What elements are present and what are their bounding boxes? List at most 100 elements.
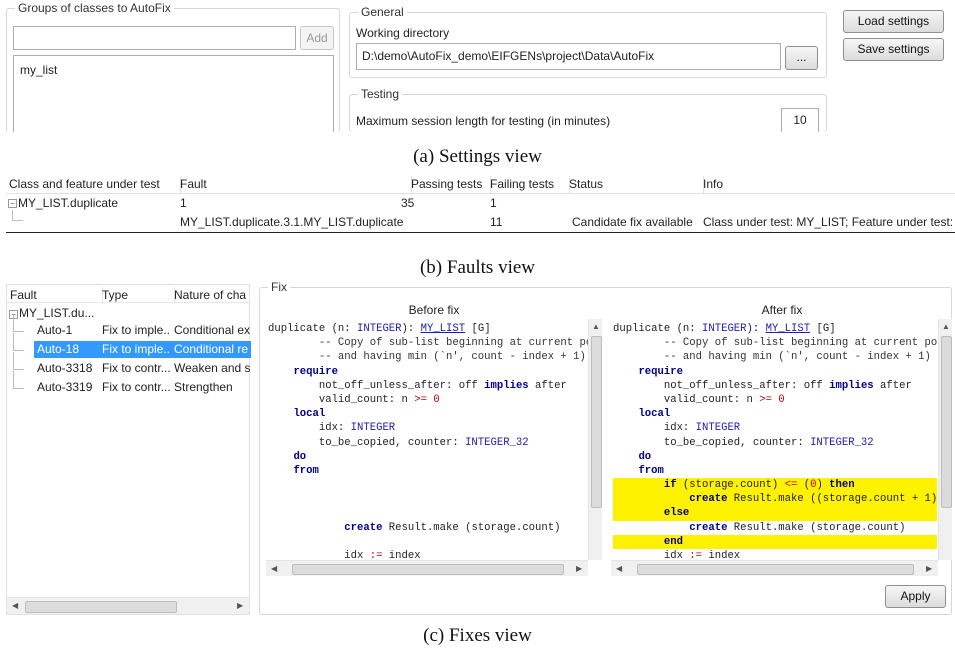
fix-row[interactable]: Auto-3319 Fix to contr... Strengthen — [7, 371, 251, 396]
code-line: do — [293, 450, 307, 463]
tree-connector — [13, 352, 24, 370]
scroll-right-icon[interactable]: ▶ — [576, 564, 582, 573]
col-failing-tests[interactable]: Failing tests — [487, 176, 570, 193]
class-list-item[interactable]: my_list — [20, 63, 57, 77]
groups-legend: Groups of classes to AutoFix — [15, 1, 174, 15]
code-line: not_off_unless_after: off implies after — [268, 379, 567, 392]
code-line: idx: INTEGER — [268, 422, 396, 435]
testing-legend: Testing — [358, 87, 403, 101]
faults-header: Class and feature under test Fault Passi… — [6, 176, 955, 194]
code-line: from — [638, 464, 664, 477]
before-fix-code: duplicate (n: INTEGER): MY_LIST [G] -- C… — [268, 322, 588, 563]
before-fix-editor[interactable]: duplicate (n: INTEGER): MY_LIST [G] -- C… — [266, 319, 602, 576]
scroll-up-icon[interactable]: ▲ — [592, 322, 600, 331]
session-length-value: 10 — [793, 113, 807, 127]
scroll-right-icon[interactable]: ▶ — [926, 564, 932, 573]
scroll-left-icon[interactable]: ◀ — [271, 564, 277, 573]
table-row[interactable]: − MY_LIST.duplicate 1 35 1 — [6, 195, 955, 212]
tree-root-label: MY_LIST.du... — [19, 306, 95, 320]
col-info[interactable]: Info — [700, 176, 955, 193]
fix-nature: Strengthen — [174, 380, 233, 394]
code-line: local — [638, 408, 671, 421]
fault-status: Candidate fix available — [572, 215, 693, 229]
scroll-thumb[interactable] — [591, 336, 602, 508]
session-length-field[interactable]: 10 — [781, 108, 819, 132]
code-line: -- Copy of sub-list beginning at current… — [613, 337, 937, 350]
scroll-thumb[interactable] — [941, 336, 952, 508]
failing-count: 11 — [490, 215, 503, 229]
code-line: else — [613, 506, 937, 521]
load-settings-button[interactable]: Load settings — [843, 10, 944, 33]
fix-type: Fix to contr... — [102, 361, 170, 375]
save-settings-button[interactable]: Save settings — [843, 38, 944, 61]
scroll-left-icon[interactable]: ◀ — [12, 601, 18, 610]
fix-row[interactable]: Auto-18 Fix to imple... Conditional re — [13, 333, 251, 358]
scroll-up-icon[interactable]: ▲ — [942, 322, 950, 331]
tree-root-row[interactable]: − MY_LIST.du... — [7, 305, 251, 322]
fix-id: Auto-18 — [37, 342, 80, 356]
group-name-input[interactable] — [13, 26, 296, 50]
fix-row[interactable]: Auto-1 Fix to imple... Conditional ex — [7, 314, 251, 339]
col-type[interactable]: Type — [99, 287, 175, 304]
col-nature-of-change[interactable]: Nature of cha — [171, 287, 254, 304]
faults-table: Class and feature under test Fault Passi… — [6, 176, 955, 234]
code-line: create Result.make (storage.count) — [689, 521, 906, 534]
fault-class-feature: MY_LIST.duplicate — [18, 196, 119, 210]
scroll-thumb[interactable] — [25, 601, 177, 613]
before-vscrollbar[interactable]: ▲ — [588, 319, 602, 560]
tree-connector — [13, 333, 24, 351]
code-line: duplicate (n: INTEGER): MY_LIST [G] — [268, 323, 491, 335]
apply-button[interactable]: Apply — [885, 585, 946, 608]
passing-count: 35 — [401, 196, 415, 210]
col-fault[interactable]: Fault — [7, 287, 103, 304]
fix-legend: Fix — [268, 280, 290, 294]
code-line: valid_count: n >= 0 — [613, 393, 785, 406]
code-line: to_be_copied, counter: INTEGER_32 — [268, 436, 529, 449]
browse-button[interactable]: ... — [785, 46, 818, 70]
scroll-right-icon[interactable]: ▶ — [237, 601, 243, 610]
fix-nature: Conditional re — [174, 342, 249, 356]
code-line: valid_count: n >= 0 — [268, 393, 440, 406]
col-fault[interactable]: Fault — [177, 176, 412, 193]
caption-settings-view: (a) Settings view — [413, 146, 542, 167]
failing-count: 1 — [490, 196, 497, 210]
code-line: duplicate (n: INTEGER): MY_LIST [G] — [613, 323, 836, 335]
table-row[interactable]: MY_LIST.duplicate.3.1.MY_LIST.duplicate … — [6, 210, 955, 233]
working-dir-label: Working directory — [356, 26, 450, 40]
after-fix-editor[interactable]: duplicate (n: INTEGER): MY_LIST [G] -- C… — [611, 319, 953, 576]
fix-id: Auto-3319 — [37, 380, 93, 394]
code-line: not_off_unless_after: off implies after — [613, 379, 912, 392]
working-dir-value: D:\demo\AutoFix_demo\EIFGENs\project\Dat… — [362, 49, 655, 63]
code-line: end — [613, 534, 937, 549]
col-status[interactable]: Status — [566, 176, 704, 193]
fixes-tree-panel: Fault Type Nature of cha − MY_LIST.du...… — [6, 284, 254, 615]
scroll-thumb[interactable] — [292, 564, 564, 575]
scroll-left-icon[interactable]: ◀ — [616, 564, 622, 573]
fixes-tree-header: Fault Type Nature of cha — [7, 285, 254, 304]
scroll-thumb[interactable] — [637, 564, 914, 575]
col-passing-tests[interactable]: Passing tests — [408, 176, 491, 193]
fix-nature: Weaken and s — [174, 361, 251, 375]
before-hscrollbar[interactable]: ◀ ▶ — [266, 560, 588, 576]
code-line: -- and having min (`n', count - index + … — [613, 351, 937, 364]
code-line: -- and having min (`n', count - index + … — [268, 351, 588, 364]
code-line: create Result.make (storage.count) — [344, 521, 561, 534]
code-line: require — [638, 365, 683, 378]
collapse-icon[interactable]: − — [8, 199, 17, 208]
code-line: do — [638, 450, 652, 463]
fault-info: Class under test: MY_LIST; Feature under… — [703, 215, 954, 229]
after-fix-code: duplicate (n: INTEGER): MY_LIST [G] -- C… — [613, 322, 937, 563]
code-line: local — [293, 408, 326, 421]
fix-list: Auto-1 Fix to imple... Conditional ex Auto-… — [7, 314, 251, 402]
fixes-tree-hscrollbar[interactable]: ◀ ▶ — [7, 597, 249, 614]
after-hscrollbar[interactable]: ◀ ▶ — [611, 560, 938, 576]
add-button[interactable]: Add — [300, 26, 334, 50]
working-dir-field[interactable]: D:\demo\AutoFix_demo\EIFGENs\project\Dat… — [356, 43, 781, 70]
after-vscrollbar[interactable]: ▲ — [938, 319, 952, 560]
class-list[interactable]: my_list — [13, 55, 334, 132]
fix-row[interactable]: Auto-3318 Fix to contr... Weaken and s — [7, 352, 251, 377]
col-class-feature[interactable]: Class and feature under test — [6, 176, 181, 193]
fix-id: Auto-1 — [37, 323, 73, 337]
